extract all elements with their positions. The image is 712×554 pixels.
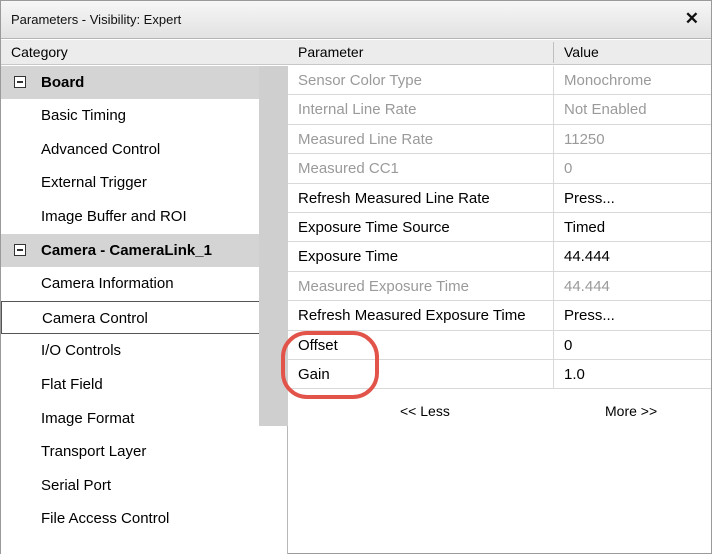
window-title: Parameters - Visibility: Expert	[11, 12, 182, 27]
visibility-links: << Less More >>	[288, 403, 711, 425]
parameter-name: Gain	[298, 365, 330, 383]
category-item[interactable]: Transport Layer	[1, 435, 278, 468]
cell-separator	[553, 212, 554, 242]
parameter-row[interactable]: Measured Exposure Time 44.444	[288, 271, 711, 302]
category-label: External Trigger	[41, 174, 147, 191]
cell-separator	[553, 124, 554, 154]
category-item[interactable]: Image Format	[1, 402, 278, 435]
category-item[interactable]: External Trigger	[1, 166, 278, 199]
parameter-value: Not Enabled	[564, 101, 647, 119]
category-label: Transport Layer	[41, 443, 147, 460]
parameter-row[interactable]: Measured Line Rate 11250	[288, 124, 711, 155]
category-label: Camera Control	[42, 310, 148, 327]
parameter-value: 11250	[564, 130, 605, 148]
parameter-row[interactable]: Offset 0	[288, 330, 711, 360]
column-separator[interactable]	[553, 42, 554, 63]
collapse-icon[interactable]	[14, 76, 26, 88]
cell-separator	[553, 154, 554, 183]
parameter-value[interactable]: 0	[564, 337, 572, 354]
category-label: Flat Field	[41, 376, 103, 393]
cell-separator	[553, 330, 554, 359]
parameter-value[interactable]: Press...	[564, 307, 615, 324]
parameter-grid-header: Parameter Value	[288, 40, 711, 65]
category-label: Image Format	[41, 410, 135, 427]
category-label: Camera - CameraLink_1	[41, 242, 212, 259]
parameter-row[interactable]: Measured CC1 0	[288, 154, 711, 184]
parameter-name: Refresh Measured Exposure Time	[298, 307, 526, 325]
category-label: I/O Controls	[41, 342, 122, 359]
parameter-value: Monochrome	[564, 72, 652, 89]
cell-separator	[553, 301, 554, 330]
category-item[interactable]: File Access Control	[1, 502, 278, 535]
cell-separator	[553, 183, 554, 212]
parameter-column-header[interactable]: Parameter	[298, 44, 363, 60]
value-column-header[interactable]: Value	[564, 44, 599, 60]
parameter-row[interactable]: Sensor Color Type Monochrome	[288, 66, 711, 96]
parameter-name: Internal Line Rate	[298, 101, 417, 119]
parameter-value[interactable]: 44.444	[564, 248, 610, 265]
category-item[interactable]: Basic Timing	[1, 99, 278, 132]
category-item[interactable]: Camera Control	[1, 301, 278, 334]
parameter-name: Exposure Time Source	[298, 218, 450, 236]
cell-separator	[553, 242, 554, 271]
parameter-row[interactable]: Gain 1.0	[288, 359, 711, 390]
parameter-value: 44.444	[564, 277, 610, 295]
category-label: Basic Timing	[41, 107, 127, 124]
parameter-value[interactable]: Press...	[564, 190, 615, 207]
cell-separator	[553, 95, 554, 124]
parameter-row[interactable]: Internal Line Rate Not Enabled	[288, 95, 711, 125]
category-label: Board	[41, 74, 85, 91]
parameter-row[interactable]: Refresh Measured Line Rate Press...	[288, 183, 711, 213]
parameter-value[interactable]: Timed	[564, 219, 605, 236]
parameter-grid: Sensor Color Type Monochrome Internal Line…	[288, 66, 711, 390]
title-bar: Parameters - Visibility: Expert ✕	[1, 1, 711, 39]
parameter-row[interactable]: Exposure Time 44.444	[288, 242, 711, 272]
category-item[interactable]: Advanced Control	[1, 133, 278, 166]
cell-separator	[553, 66, 554, 95]
category-item[interactable]: Image Buffer and ROI	[1, 200, 278, 233]
category-item[interactable]: Camera Information	[1, 267, 278, 300]
grid-gutter	[259, 66, 288, 426]
parameter-value[interactable]: 1.0	[564, 366, 585, 383]
category-label: Serial Port	[41, 477, 112, 494]
parameter-row[interactable]: Refresh Measured Exposure Time Press...	[288, 301, 711, 331]
category-label: Camera Information	[41, 275, 174, 292]
category-group[interactable]: Board	[1, 66, 278, 99]
parameter-name: Exposure Time	[298, 248, 399, 266]
category-label: Advanced Control	[41, 141, 161, 158]
category-group[interactable]: Camera - CameraLink_1	[1, 234, 278, 267]
category-label: File Access Control	[41, 510, 170, 527]
parameter-value: 0	[564, 160, 573, 178]
parameter-name: Measured Exposure Time	[298, 277, 469, 295]
category-item[interactable]: I/O Controls	[1, 334, 278, 367]
parameter-row[interactable]: Exposure Time Source Timed	[288, 212, 711, 243]
less-link[interactable]: << Less	[400, 403, 450, 419]
parameter-name: Refresh Measured Line Rate	[298, 189, 490, 207]
category-column-header[interactable]: Category	[1, 40, 288, 65]
category-item[interactable]: Flat Field	[1, 368, 278, 401]
close-icon[interactable]: ✕	[685, 9, 699, 29]
parameter-name: Sensor Color Type	[298, 72, 422, 89]
parameter-name: Measured CC1	[298, 160, 399, 178]
cell-separator	[553, 271, 554, 301]
collapse-icon[interactable]	[14, 244, 26, 256]
parameter-name: Measured Line Rate	[298, 130, 434, 148]
category-header-label: Category	[11, 44, 68, 60]
parameters-window: Parameters - Visibility: Expert ✕ Catego…	[0, 0, 712, 554]
more-link[interactable]: More >>	[605, 403, 657, 419]
category-item[interactable]: Serial Port	[1, 469, 278, 502]
cell-separator	[553, 359, 554, 389]
parameter-name: Offset	[298, 336, 338, 354]
category-list: Board Basic Timing Advanced Control Externa…	[1, 66, 288, 554]
category-label: Image Buffer and ROI	[41, 208, 187, 225]
